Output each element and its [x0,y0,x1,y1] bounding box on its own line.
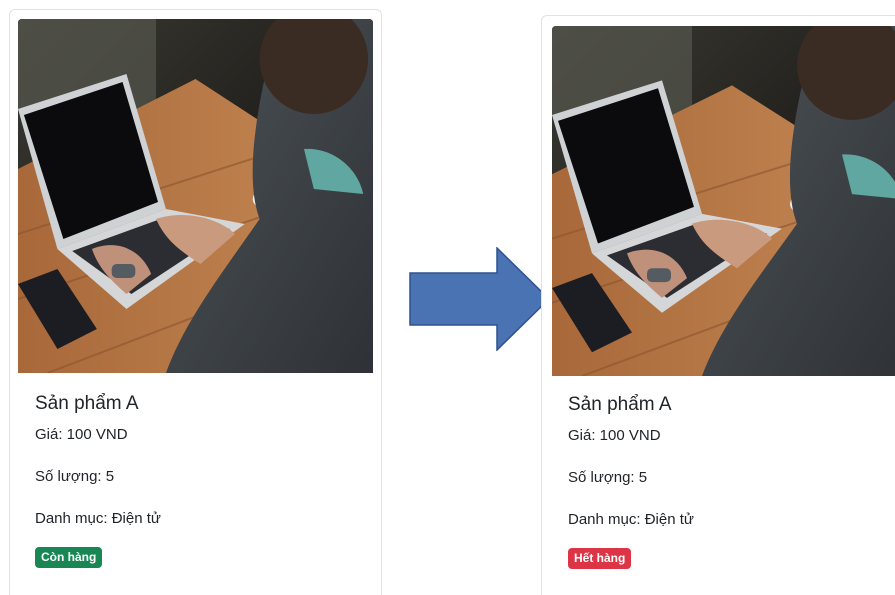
comparison-stage: Sản phẩm A Giá: 100 VND Số lượng: 5 Danh… [0,0,895,595]
status-badge: Còn hàng [35,547,103,568]
product-price: Giá: 100 VND [35,426,128,443]
product-image [552,26,895,376]
status-badge: Hết hàng [568,548,632,569]
product-title: Sản phẩm A [568,394,672,415]
product-title: Sản phẩm A [35,393,139,414]
product-image [18,19,373,373]
card-body: Sản phẩm A Giá: 100 VND Số lượng: 5 Danh… [568,392,694,569]
product-card-in-stock[interactable]: Sản phẩm A Giá: 100 VND Số lượng: 5 Danh… [9,9,382,595]
laptop-photo-icon [552,26,895,376]
right-arrow-icon [409,247,551,351]
product-price: Giá: 100 VND [568,427,661,444]
product-category: Danh mục: Điện tử [568,511,694,528]
product-card-out-of-stock[interactable]: Sản phẩm A Giá: 100 VND Số lượng: 5 Danh… [541,15,895,595]
product-category: Danh mục: Điện tử [35,510,161,527]
card-body: Sản phẩm A Giá: 100 VND Số lượng: 5 Danh… [35,391,161,568]
laptop-photo-icon [18,19,373,373]
product-quantity: Số lượng: 5 [35,468,115,485]
product-quantity: Số lượng: 5 [568,469,648,486]
